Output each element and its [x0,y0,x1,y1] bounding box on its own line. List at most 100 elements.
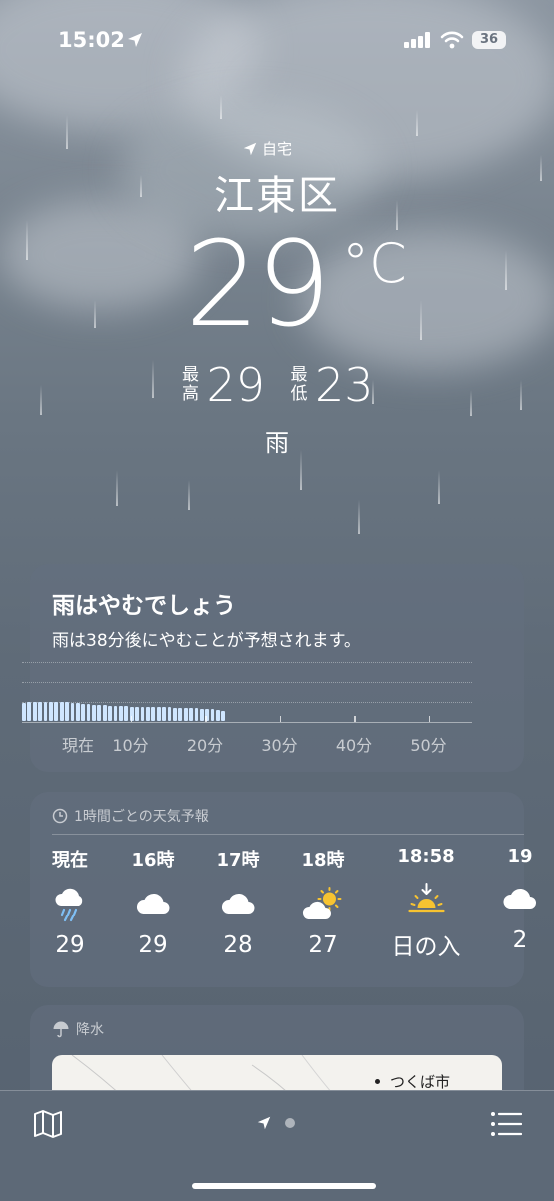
rain-bar [183,708,188,721]
rain-bar [145,707,150,721]
home-label: 自宅 [261,140,292,158]
axis-tick [354,716,356,722]
hourly-time: 17時 [216,850,260,871]
cloud-icon [502,879,538,919]
rain-bar [27,702,32,721]
status-bar: 15:02 36 [0,28,554,56]
hourly-time: 16時 [131,850,175,871]
hourly-temp: 2 [512,927,528,953]
rain-bar [54,702,59,721]
rain-bar [81,704,86,721]
low-label: 最低 [290,365,308,404]
rain-bar [75,703,80,721]
partly-sunny-icon [301,884,344,924]
cloud-icon [216,884,259,924]
hourly-time: 19 [507,846,533,867]
map-dot [375,1079,380,1084]
rain-bar [65,702,69,721]
hourly-item: 18時 27 [301,846,344,958]
list-icon[interactable] [490,1111,522,1137]
hourly-item: 16時 29 [131,846,174,958]
clock-icon [52,808,68,824]
axis-label: 30分 [261,736,298,755]
hourly-header-label: 1時間ごとの天気予報 [74,809,209,825]
axis-label: 40分 [335,736,373,755]
rain-bar [32,702,37,721]
hourly-temp: 28 [223,932,253,958]
low-value: 23 [315,358,374,412]
axis-label: 50分 [410,736,447,755]
umbrella-icon [53,1021,69,1038]
rain-bar [216,710,220,721]
current-location-page-icon[interactable] [256,1115,272,1131]
hourly-item: 現在 29 [52,846,88,958]
wifi-icon [440,31,464,49]
rain-bar [97,705,102,721]
home-indicator [192,1183,376,1189]
hourly-forecast-card[interactable]: 1時間ごとの天気予報 現在 29 16時 29 17時 28 18時 27 18:58 日の入 19… [30,792,536,987]
rain-bar [86,704,91,721]
precip-header-label: 降水 [76,1022,104,1038]
hourly-item: 18:58 日の入 [392,846,461,961]
rain-bar [92,705,96,721]
chart-gridline [22,662,472,663]
rain-bar [113,706,118,721]
location-arrow-icon [128,33,142,47]
hourly-temp: 27 [308,932,338,958]
chart-baseline [22,722,472,723]
location-header: 自宅 江東区 [0,138,554,221]
rain-bar [199,709,204,721]
condition-text: 雨 [265,429,289,457]
divider [52,834,524,835]
hourly-temp: 日の入 [391,934,461,960]
axis-label: 20分 [186,736,224,755]
sunset-icon [392,879,461,919]
rain-bar [43,702,48,721]
map-city-label: つくば市 [389,1073,450,1091]
hourly-temp: 29 [138,932,168,958]
axis-tick [279,716,281,722]
hourly-item: 17時 28 [216,846,259,958]
rain-bar [108,706,113,721]
rain-bar [172,708,177,721]
hourly-time: 現在 [52,850,88,871]
rain-card-subtitle: 雨は38分後にやむことが予想されます。 [52,631,361,651]
axis-label: 現在 [61,736,95,755]
high-label: 最高 [181,365,199,404]
chart-gridline [22,682,472,683]
current-temperature: 29 [185,215,331,353]
axis-tick [130,716,132,722]
page-dot[interactable] [285,1118,295,1128]
cloud-icon [131,884,174,924]
axis-label: 10分 [112,736,149,755]
hourly-time: 18:58 [397,846,455,867]
city-name: 江東区 [214,173,340,219]
cellular-signal-icon [404,32,430,48]
rain-bar [210,709,215,721]
rain-bar [38,702,42,721]
rain-bar [167,707,172,721]
rain-bar [70,703,75,721]
map-icon[interactable] [32,1109,64,1139]
rain-bar [59,702,64,721]
status-time: 15:02 [58,28,125,52]
precip-header: 降水 [52,1019,104,1039]
high-low: 最高 29 最低 23 [0,358,554,412]
rain-bar [124,706,129,721]
rain-bar [22,703,26,721]
axis-tick [428,716,430,722]
rain-bar [135,707,139,721]
rain-bar [119,706,123,721]
rain-cloud-icon [52,884,88,924]
hourly-time: 18時 [301,850,345,871]
rain-bar [48,702,53,721]
rain-card-title: 雨はやむでしょう [52,593,236,619]
high-value: 29 [206,358,265,412]
location-arrow-icon [243,142,257,155]
rain-bar [189,708,193,721]
hourly-header: 1時間ごとの天気予報 [52,806,209,826]
battery-indicator: 36 [472,31,506,49]
rain-intensity-chart [22,702,226,721]
hourly-item: 19 2 [502,846,538,953]
rain-bar [178,708,183,721]
